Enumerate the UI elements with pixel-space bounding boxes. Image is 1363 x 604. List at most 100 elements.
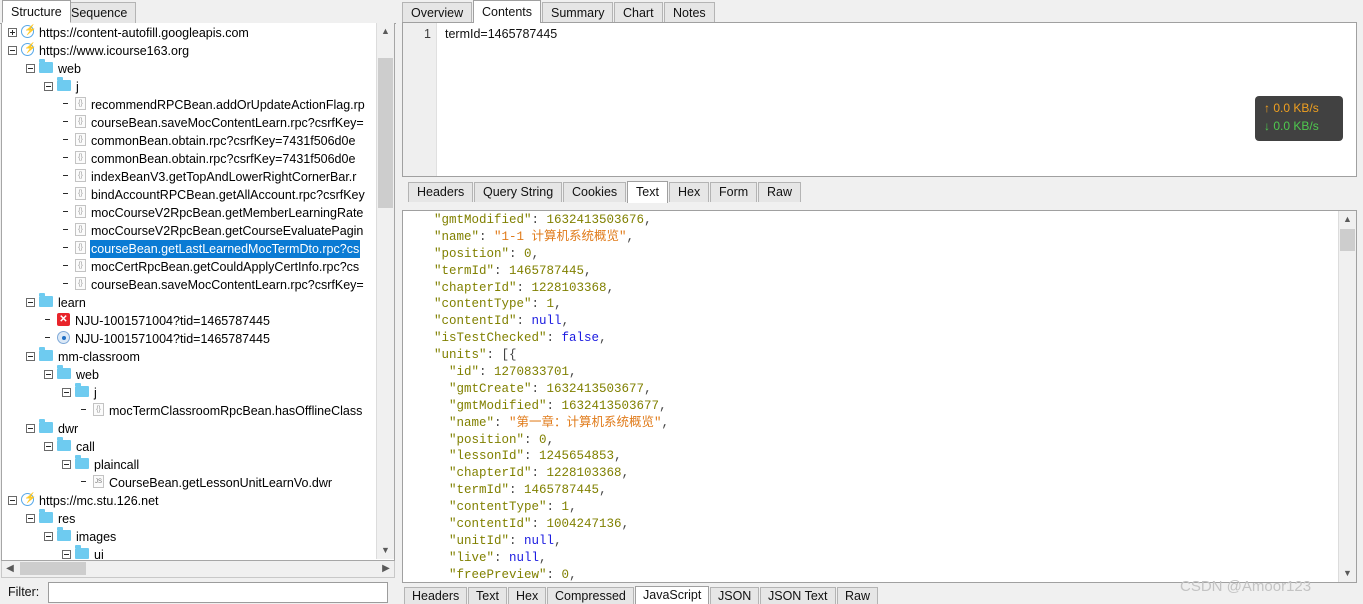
collapse-icon[interactable] (44, 370, 53, 380)
json-key: "contentType" (404, 500, 547, 515)
tree-node[interactable]: learn (2, 293, 378, 311)
tree-node[interactable]: JS CourseBean.getLessonUnitLearnVo.dwr (2, 473, 378, 491)
structure-tree[interactable]: https://content-autofill.googleapis.com h… (2, 23, 378, 559)
collapse-icon[interactable] (8, 46, 17, 56)
tree-node[interactable]: NJU-1001571004?tid=1465787445 (2, 329, 378, 347)
json-separator: : (509, 246, 525, 261)
tree-node[interactable]: call (2, 437, 378, 455)
tree-node[interactable]: j (2, 383, 378, 401)
tree-node[interactable]: {} recommendRPCBean.addOrUpdateActionFlag… (2, 95, 378, 113)
tab-compressed[interactable]: Compressed (547, 587, 634, 604)
scroll-right-icon[interactable]: ▶ (378, 561, 394, 576)
request-tabstrip[interactable]: Overview Contents Summary Chart Notes (396, 0, 1363, 23)
tree-node[interactable]: dwr (2, 419, 378, 437)
tree-node[interactable]: web (2, 59, 378, 77)
tree-node[interactable]: {} bindAccountRPCBean.getAllAccount.rpc?c… (2, 185, 378, 203)
collapse-icon[interactable] (26, 352, 35, 362)
request-view-tabstrip[interactable]: Headers Query String Cookies Text Hex Form Raw (402, 181, 1357, 203)
tree-node[interactable]: web (2, 365, 378, 383)
collapse-icon[interactable] (26, 298, 35, 308)
tab-raw[interactable]: Raw (837, 587, 879, 604)
json-file-icon: {} (93, 403, 104, 417)
collapse-icon[interactable] (44, 532, 53, 542)
tab-notes[interactable]: Notes (664, 2, 715, 23)
tab-contents[interactable]: Contents (473, 0, 542, 23)
tree-node[interactable]: https://mc.stu.126.net (2, 491, 378, 509)
expand-icon[interactable] (8, 28, 17, 38)
tab-javascript[interactable]: JavaScript (635, 586, 710, 604)
tab-chart[interactable]: Chart (614, 2, 663, 23)
tree-node[interactable]: {} mocTermClassroomRpcBean.hasOfflineClas… (2, 401, 378, 419)
json-value: 1632413503677 (561, 398, 660, 413)
tree-node[interactable]: mm-classroom (2, 347, 378, 365)
tab-hex[interactable]: Hex (508, 587, 547, 604)
collapse-icon[interactable] (8, 496, 17, 506)
tab-overview[interactable]: Overview (402, 2, 473, 23)
scroll-left-icon[interactable]: ◀ (2, 561, 18, 576)
tree-node[interactable]: {} mocCourseV2RpcBean.getCourseEvaluatePa… (2, 221, 378, 239)
tree-node[interactable]: {} commonBean.obtain.rpc?csrfKey=7431f506… (2, 149, 378, 167)
scrollbar-thumb[interactable] (1340, 229, 1355, 251)
tab-form[interactable]: Form (710, 182, 758, 202)
tree-horizontal-scrollbar[interactable]: ◀ ▶ (1, 561, 395, 578)
tree-node-label: NJU-1001571004?tid=1465787445 (75, 313, 270, 328)
tree-node[interactable]: images (2, 527, 378, 545)
json-key: "live" (404, 550, 495, 565)
response-vertical-scrollbar[interactable]: ▲ ▼ (1338, 211, 1356, 582)
tree-node[interactable]: {} courseBean.saveMocContentLearn.rpc?csr… (2, 275, 378, 293)
scroll-down-icon[interactable]: ▼ (377, 542, 394, 559)
collapse-icon[interactable] (44, 82, 53, 92)
collapse-icon[interactable] (62, 460, 71, 470)
scrollbar-thumb[interactable] (378, 58, 393, 208)
response-json-text[interactable]: "gmtModified": 1632413503676, "name": "1… (404, 212, 1339, 581)
tab-hex[interactable]: Hex (669, 182, 710, 202)
collapse-icon[interactable] (26, 424, 35, 434)
tab-cookies[interactable]: Cookies (563, 182, 627, 202)
tree-node[interactable]: {} courseBean.saveMocContentLearn.rpc?csr… (2, 113, 378, 131)
tab-summary[interactable]: Summary (542, 2, 614, 23)
tree-node[interactable]: res (2, 509, 378, 527)
tree-node[interactable]: plaincall (2, 455, 378, 473)
tree-spacer (62, 226, 71, 235)
folder-icon (75, 383, 89, 398)
tree-node[interactable]: {} mocCourseV2RpcBean.getMemberLearningRa… (2, 203, 378, 221)
scroll-up-icon[interactable]: ▲ (1339, 211, 1356, 228)
tab-text[interactable]: Text (468, 587, 507, 604)
tree-node[interactable]: https://www.icourse163.org (2, 41, 378, 59)
collapse-icon[interactable] (62, 388, 71, 398)
tab-text[interactable]: Text (627, 181, 668, 203)
tree-node[interactable]: {} commonBean.obtain.rpc?csrfKey=7431f506… (2, 131, 378, 149)
tree-node[interactable]: ✕ NJU-1001571004?tid=1465787445 (2, 311, 378, 329)
tab-headers[interactable]: Headers (404, 587, 468, 604)
tab-json[interactable]: JSON (710, 587, 760, 604)
json-value: 0 (524, 246, 532, 261)
tree-spacer (62, 244, 71, 253)
tab-headers[interactable]: Headers (408, 182, 474, 202)
scroll-down-icon[interactable]: ▼ (1339, 565, 1356, 582)
json-separator: : (531, 381, 547, 396)
collapse-icon[interactable] (62, 550, 71, 559)
tab-query-string[interactable]: Query String (474, 182, 563, 202)
collapse-icon[interactable] (26, 514, 35, 524)
tab-json-text[interactable]: JSON Text (760, 587, 836, 604)
json-separator: : (479, 365, 495, 380)
tab-structure[interactable]: Structure (2, 0, 71, 23)
tab-sequence[interactable]: Sequence (62, 2, 137, 23)
collapse-icon[interactable] (44, 442, 53, 452)
tree-node[interactable]: {} courseBean.getLastLearnedMocTermDto.rp… (2, 239, 378, 258)
json-value: 1 (561, 500, 570, 515)
tab-raw[interactable]: Raw (758, 182, 802, 202)
json-trailing-comma: , (561, 314, 570, 329)
scroll-up-icon[interactable]: ▲ (377, 23, 394, 40)
tree-node[interactable]: j (2, 77, 378, 95)
hscrollbar-thumb[interactable] (20, 562, 86, 575)
json-key: "id" (404, 365, 480, 380)
tree-node[interactable]: {} mocCertRpcBean.getCouldApplyCertInfo.r… (2, 257, 378, 275)
tree-node[interactable]: ui (2, 545, 378, 559)
tree-node[interactable]: https://content-autofill.googleapis.com (2, 23, 378, 41)
collapse-icon[interactable] (26, 64, 35, 74)
filter-input[interactable] (48, 582, 388, 603)
tree-vertical-scrollbar[interactable]: ▲ ▼ (376, 23, 394, 559)
json-line: "name": "1-1 计算机系统概览", (404, 229, 1339, 246)
tree-node[interactable]: {} indexBeanV3.getTopAndLowerRightCornerB… (2, 167, 378, 185)
